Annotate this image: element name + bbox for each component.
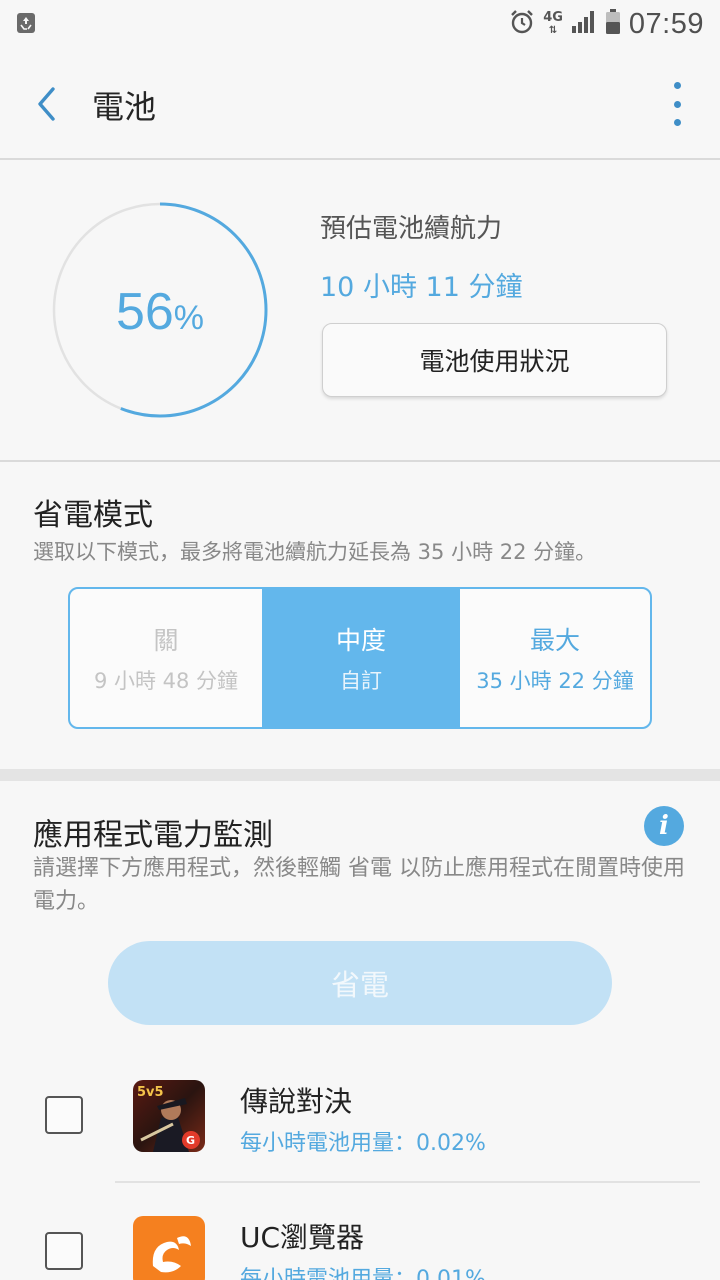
mode-duration: 35 小時 22 分鐘: [476, 669, 634, 693]
mode-max[interactable]: 最大 35 小時 22 分鐘: [460, 589, 650, 727]
battery-icon: [605, 9, 621, 39]
app-name: 傳說對決: [240, 1085, 353, 1118]
chevron-left-icon: [38, 87, 55, 121]
page-title: 電池: [92, 88, 157, 126]
list-item: 5v5 G 傳說對決 每小時電池用量：0.02%: [0, 1050, 720, 1180]
estimate-label: 預估電池續航力: [320, 214, 503, 244]
mode-label: 最大: [529, 626, 580, 655]
mode-medium[interactable]: 中度 自訂: [262, 589, 460, 727]
mode-off[interactable]: 關 9 小時 48 分鐘: [70, 589, 262, 727]
list-item: UC瀏覽器 每小時電池用量：0.01%: [0, 1186, 720, 1280]
status-bar: 4G ⇅ 07:59: [0, 0, 720, 48]
estimate-value: 10 小時 11 分鐘: [320, 272, 523, 303]
save-power-button[interactable]: 省電: [108, 941, 612, 1025]
clock: 07:59: [628, 7, 704, 40]
more-options-button[interactable]: [670, 82, 684, 126]
power-saving-description: 選取以下模式，最多將電池續航力延長為 35 小時 22 分鐘。: [33, 540, 597, 564]
app-monitor-description: 請選擇下方應用程式，然後輕觸 省電 以防止應用程式在閒置時使用電力。: [33, 856, 685, 914]
divider: [0, 460, 720, 462]
app-usage: 每小時電池用量：0.02%: [240, 1131, 486, 1156]
power-mode-selector: 關 9 小時 48 分鐘 中度 自訂 最大 35 小時 22 分鐘: [68, 587, 652, 729]
battery-percentage: 56%: [50, 282, 270, 342]
mode-label: 關: [153, 626, 179, 655]
app-checkbox[interactable]: [45, 1232, 83, 1270]
section-separator: [0, 769, 720, 781]
uc-browser-icon: [133, 1216, 205, 1280]
divider: [0, 158, 720, 160]
mode-label: 中度: [335, 626, 386, 655]
arena-of-valor-icon: 5v5 G: [133, 1080, 205, 1152]
row-divider: [115, 1181, 700, 1183]
network-label: 4G: [543, 9, 563, 25]
app-checkbox[interactable]: [45, 1096, 83, 1134]
mode-duration: 9 小時 48 分鐘: [93, 669, 239, 693]
app-name: UC瀏覽器: [240, 1221, 365, 1254]
back-button[interactable]: [24, 80, 68, 128]
alarm-icon: [509, 9, 535, 39]
info-icon[interactable]: i: [644, 806, 684, 846]
data-arrows-icon: ⇅: [548, 24, 558, 36]
battery-percent-sign: %: [173, 299, 205, 337]
svg-text:5v5: 5v5: [137, 1085, 164, 1100]
battery-percent-value: 56: [115, 283, 174, 341]
app-usage: 每小時電池用量：0.01%: [240, 1267, 486, 1280]
mode-sub: 自訂: [340, 669, 382, 693]
app-monitor-title: 應用程式電力監測: [33, 818, 273, 853]
recycle-icon: [16, 12, 36, 34]
svg-text:G: G: [186, 1134, 195, 1147]
battery-usage-button[interactable]: 電池使用狀況: [322, 323, 667, 397]
app-bar: 電池: [0, 48, 720, 160]
power-saving-title: 省電模式: [33, 498, 153, 533]
network-type: 4G ⇅: [543, 9, 563, 37]
more-vert-icon: [673, 82, 681, 89]
signal-icon: [571, 10, 597, 38]
